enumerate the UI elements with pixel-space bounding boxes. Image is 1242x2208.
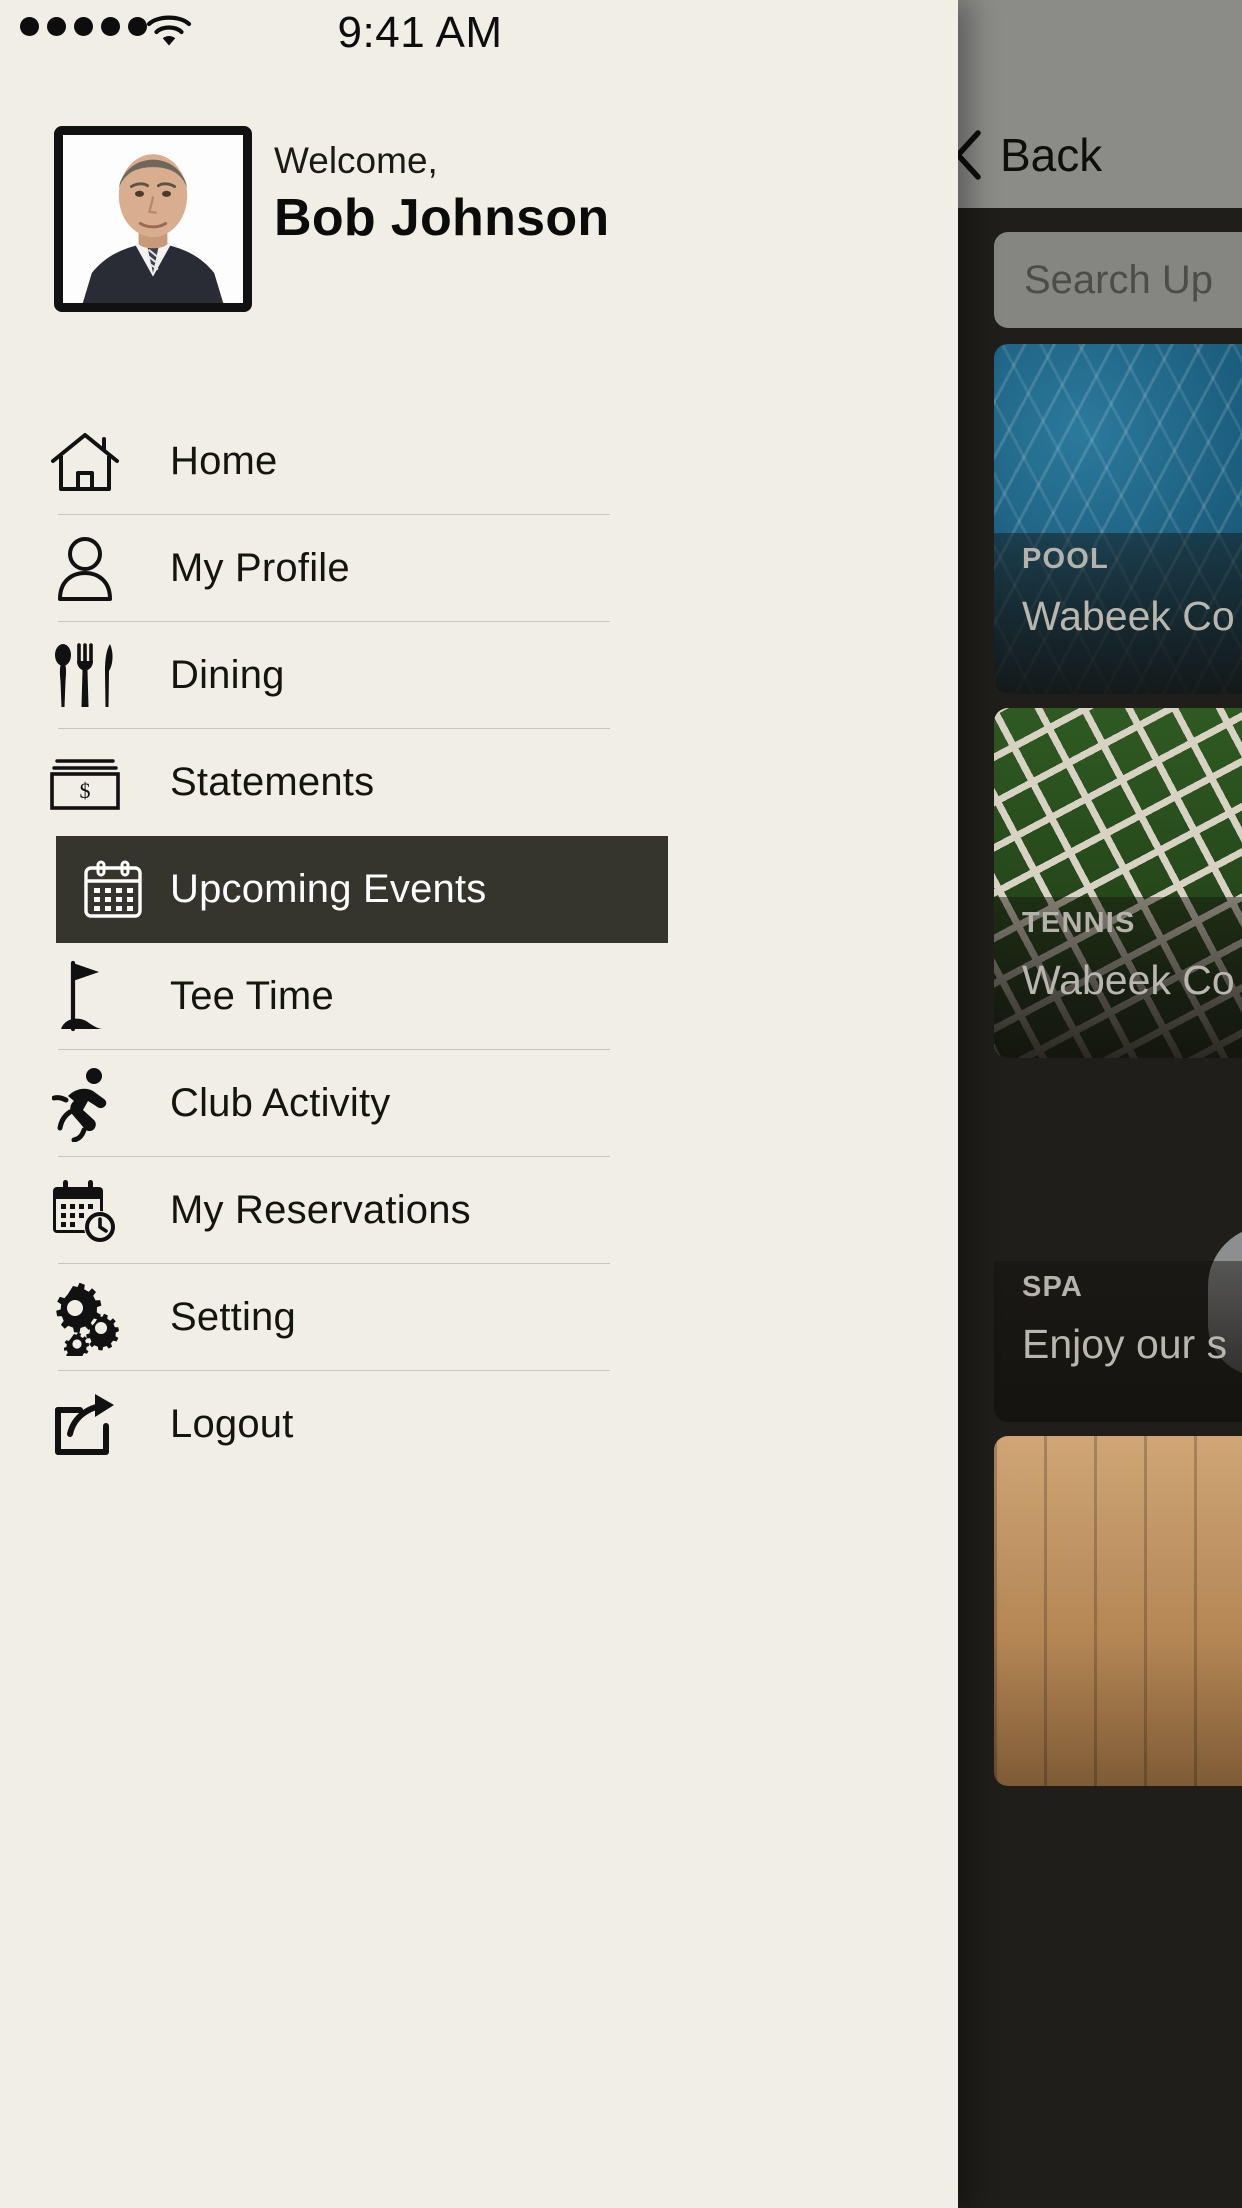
search-input[interactable]: Search Up [994, 232, 1242, 328]
card-kicker: TENNIS [1022, 907, 1136, 939]
search-placeholder: Search Up [1024, 257, 1213, 302]
card-kicker: SPA [1022, 1271, 1084, 1303]
cutlery-icon [0, 641, 170, 711]
background-content: Search Up POOL Wabeek Co TENNIS Wabeek C… [958, 208, 1242, 2208]
menu-item-label: Dining [170, 653, 285, 697]
event-card-spa[interactable]: SPA Enjoy our s [994, 1072, 1242, 1422]
background-screen: Back Search Up POOL Wabeek Co TENNIS Wab… [958, 0, 1242, 2208]
side-drawer: 9:41 AM Welcome, Bob Johnson Home My Pro… [0, 0, 958, 2208]
money-icon: $ [0, 753, 170, 813]
logout-icon [0, 1390, 170, 1460]
menu-item-label: Statements [170, 760, 375, 804]
menu-item-logout[interactable]: Logout [0, 1371, 958, 1478]
calendar-icon [56, 859, 170, 921]
profile-header[interactable]: Welcome, Bob Johnson [0, 118, 958, 318]
card-title: Wabeek Co [1022, 957, 1235, 1003]
menu-item-tee-time[interactable]: Tee Time [0, 943, 958, 1050]
status-bar: 9:41 AM [0, 0, 958, 64]
back-button[interactable]: Back [958, 128, 1102, 182]
menu-item-label: Upcoming Events [170, 867, 487, 911]
runner-icon [0, 1066, 170, 1142]
user-icon [0, 535, 170, 603]
menu-item-home[interactable]: Home [0, 408, 958, 515]
event-card-pool[interactable]: POOL Wabeek Co [994, 344, 1242, 694]
menu-item-label: Club Activity [170, 1081, 391, 1125]
menu-item-label: My Reservations [170, 1188, 471, 1232]
user-name: Bob Johnson [274, 189, 610, 247]
menu-item-label: Setting [170, 1295, 296, 1339]
menu-item-statements[interactable]: $ Statements [0, 729, 958, 836]
menu-item-setting[interactable]: Setting [0, 1264, 958, 1371]
nav-menu: Home My Profile Dining $ Statements Upco… [0, 408, 958, 1478]
gears-icon [0, 1280, 170, 1356]
card-title: Enjoy our s [1022, 1321, 1228, 1367]
menu-item-upcoming-events[interactable]: Upcoming Events [56, 836, 668, 943]
menu-item-label: Home [170, 439, 278, 483]
menu-item-club-activity[interactable]: Club Activity [0, 1050, 958, 1157]
clock-label: 9:41 AM [337, 8, 503, 57]
home-icon [0, 429, 170, 495]
menu-item-my-reservations[interactable]: My Reservations [0, 1157, 958, 1264]
menu-item-label: Tee Time [170, 974, 334, 1018]
svg-text:$: $ [80, 778, 91, 803]
avatar[interactable] [54, 126, 252, 312]
menu-item-label: My Profile [170, 546, 350, 590]
event-card-next[interactable] [994, 1436, 1242, 1786]
calendar-clock-icon [0, 1177, 170, 1245]
card-title: Wabeek Co [1022, 593, 1235, 639]
menu-item-label: Logout [170, 1402, 294, 1446]
background-navbar: Back [958, 0, 1242, 208]
welcome-label: Welcome, [274, 140, 438, 181]
avatar-photo [63, 135, 243, 303]
menu-item-my-profile[interactable]: My Profile [0, 515, 958, 622]
golf-flag-icon [0, 959, 170, 1035]
back-label: Back [1000, 129, 1103, 181]
event-card-tennis[interactable]: TENNIS Wabeek Co [994, 708, 1242, 1058]
menu-item-dining[interactable]: Dining [0, 622, 958, 729]
chevron-left-icon [958, 128, 986, 182]
card-kicker: POOL [1022, 543, 1109, 575]
dining-table-photo [994, 1436, 1242, 1786]
